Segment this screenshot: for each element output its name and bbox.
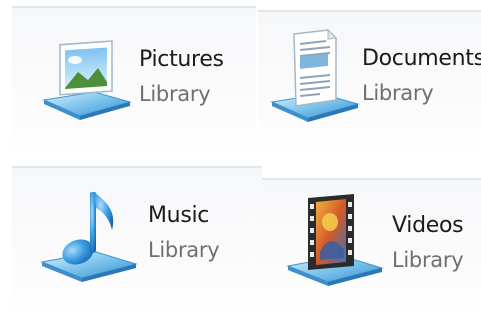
pictures-label-block: Pictures Library (139, 46, 224, 108)
library-subtitle: Library (392, 248, 464, 272)
videos-label-block: Videos Library (392, 212, 464, 274)
documents-label-block: Documents Library (362, 45, 481, 107)
documents-library-icon (270, 28, 360, 128)
library-title: Videos (392, 213, 464, 238)
library-tile-pictures[interactable]: Pictures Library (12, 6, 256, 156)
videos-library-icon (286, 192, 386, 292)
library-subtitle: Library (148, 238, 220, 262)
libraries-view: Pictures Library Documents Library Music… (0, 0, 481, 316)
library-title: Music (148, 203, 210, 228)
library-tile-documents[interactable]: Documents Library (258, 10, 481, 156)
pictures-library-icon (42, 38, 132, 128)
music-library-icon (40, 186, 140, 286)
library-title: Documents (362, 46, 481, 71)
library-title: Pictures (139, 47, 224, 72)
library-tile-music[interactable]: Music Library (12, 166, 262, 316)
library-subtitle: Library (139, 82, 211, 106)
music-label-block: Music Library (148, 202, 220, 264)
library-subtitle: Library (362, 81, 434, 105)
library-tile-videos[interactable]: Videos Library (262, 178, 481, 316)
